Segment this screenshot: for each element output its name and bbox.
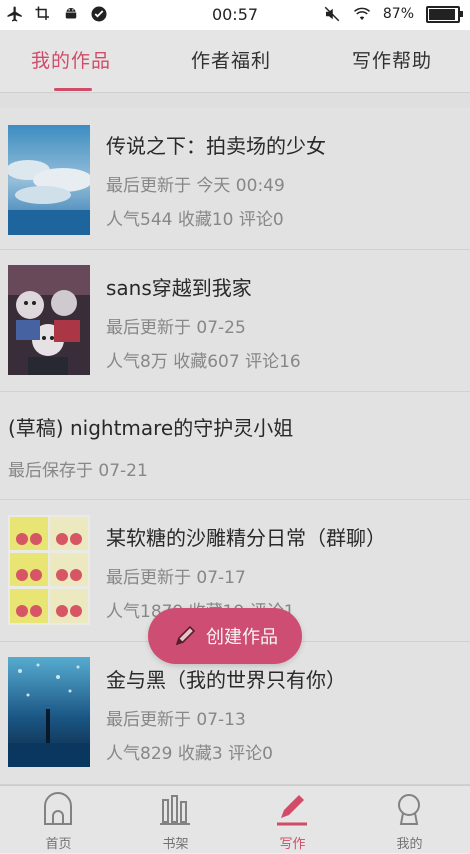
tab-writing-help[interactable]: 写作帮助 (352, 46, 432, 73)
work-title[interactable]: (草稿) nightmare的守护灵小姐 (8, 412, 293, 441)
work-updated: 最后更新于 今天 00:49 (106, 176, 285, 196)
bookshelf-icon (160, 795, 190, 825)
wifi-icon (353, 7, 370, 20)
work-saved: 最后保存于 07-21 (8, 461, 148, 481)
work-cover (8, 515, 90, 625)
tab-my-works[interactable]: 我的作品 (31, 46, 111, 73)
work-item[interactable]: 传说之下：拍卖场的少女 最后更新于 今天 00:49 人气544 收藏10 评论… (0, 108, 470, 250)
nav-home[interactable]: 首页 (0, 786, 117, 854)
work-stats: 人气544 收藏10 评论0 (106, 210, 284, 230)
work-updated: 最后更新于 07-13 (106, 710, 246, 730)
active-tab-indicator (54, 88, 92, 91)
battery-icon (426, 5, 463, 23)
pencil-icon (175, 625, 196, 646)
tab-author-benefits[interactable]: 作者福利 (191, 46, 271, 73)
work-item-draft[interactable]: (草稿) nightmare的守护灵小姐 最后保存于 07-21 (0, 392, 470, 500)
work-updated: 最后更新于 07-25 (106, 318, 246, 338)
status-right-icons: 87% (323, 5, 463, 23)
work-cover (8, 125, 90, 235)
create-work-label: 创建作品 (206, 627, 278, 648)
nav-write[interactable]: 写作 (234, 786, 351, 854)
work-title[interactable]: 传说之下：拍卖场的少女 (106, 130, 326, 159)
work-title[interactable]: 金与黑（我的世界只有你） (106, 664, 346, 693)
nav-profile-label: 我的 (396, 837, 423, 852)
work-updated: 最后更新于 07-17 (106, 568, 246, 588)
nav-home-label: 首页 (45, 837, 72, 852)
pen-icon (277, 795, 307, 826)
nav-bookshelf-label: 书架 (162, 837, 189, 852)
nav-bookshelf[interactable]: 书架 (117, 786, 234, 854)
work-cover (8, 265, 90, 375)
work-stats: 人气8万 收藏607 评论16 (106, 352, 301, 372)
work-title[interactable]: sans穿越到我家 (106, 272, 252, 301)
top-tabs: 我的作品 作者福利 写作帮助 (0, 30, 470, 93)
nav-write-label: 写作 (279, 837, 306, 852)
work-title[interactable]: 某软糖的沙雕精分日常（群聊） (106, 522, 386, 551)
nav-profile[interactable]: 我的 (351, 786, 468, 854)
work-item[interactable]: sans穿越到我家 最后更新于 07-25 人气8万 收藏607 评论16 (0, 250, 470, 392)
create-work-button[interactable]: 创建作品 (148, 608, 302, 664)
work-stats: 人气829 收藏3 评论0 (106, 744, 273, 764)
mute-icon (324, 6, 340, 22)
bottom-nav: 首页 书架 写作 我的 (0, 785, 470, 854)
work-cover (8, 657, 90, 767)
battery-percent: 87% (382, 6, 414, 22)
status-bar: 00:57 87% (0, 0, 470, 30)
home-icon (44, 792, 72, 825)
profile-icon (398, 794, 420, 825)
